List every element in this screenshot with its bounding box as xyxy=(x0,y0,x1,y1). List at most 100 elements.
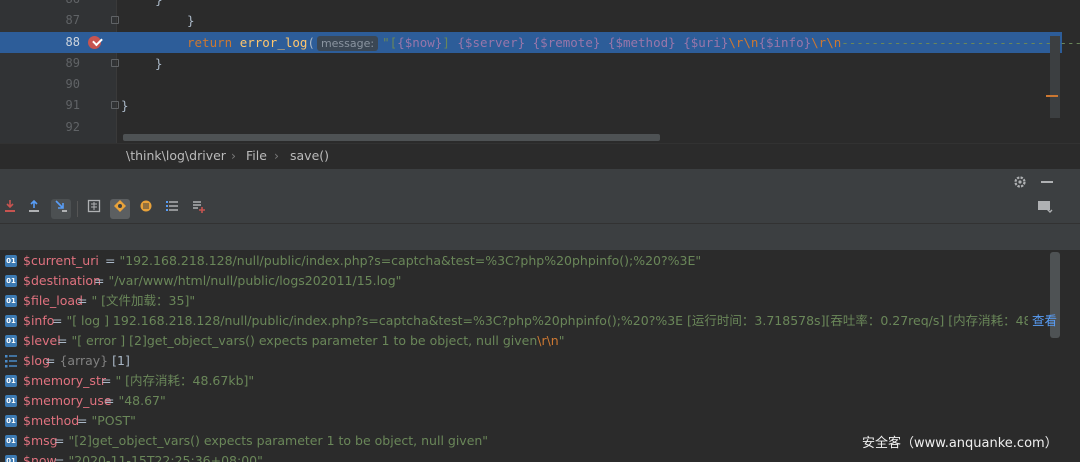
escape-seq: \r\n xyxy=(728,35,759,50)
variable-icon: 01 xyxy=(5,455,17,462)
view-link[interactable]: 查看 xyxy=(1032,311,1057,331)
code-text: return error_log(message: "[{$now}] {$ser… xyxy=(187,32,1080,53)
fold-icon[interactable] xyxy=(111,101,119,109)
variable-name: $level xyxy=(23,333,61,348)
line-number: 87 xyxy=(65,13,80,27)
minimize-icon[interactable] xyxy=(1040,175,1054,189)
line-number: 89 xyxy=(65,56,80,70)
breadcrumb-method[interactable]: save() xyxy=(290,144,329,168)
interp-var: {$remote} xyxy=(532,35,601,50)
variable-value: = "192.168.218.128/null/public/index.php… xyxy=(105,253,702,268)
code-line-91[interactable]: 91 } xyxy=(0,95,1062,116)
interp-var: {$method} xyxy=(607,35,676,50)
editor-vertical-scrollbar[interactable] xyxy=(1050,36,1060,118)
fold-icon[interactable] xyxy=(111,59,119,67)
breadcrumb-class[interactable]: File xyxy=(246,144,267,168)
variable-row[interactable]: 01 $level = "[ error ] [2]get_object_var… xyxy=(0,331,1062,351)
code-editor[interactable]: 86 } 87 } 88 return error_log(message:"[… xyxy=(0,0,1080,143)
add-watch-icon[interactable] xyxy=(189,199,209,219)
frames-icon[interactable] xyxy=(162,199,182,219)
variable-name: $file_load xyxy=(23,293,83,308)
variable-icon: 01 xyxy=(5,435,17,447)
debug-toolbar xyxy=(0,195,1080,223)
line-number: 88 xyxy=(65,35,80,49)
run-to-cursor-icon[interactable] xyxy=(51,199,71,219)
code-line-89[interactable]: 89 } xyxy=(0,53,1062,74)
keyword-return: return xyxy=(187,35,240,50)
step-into-icon[interactable] xyxy=(0,199,20,219)
watermark: 安全客（www.anquanke.com） xyxy=(862,436,1058,451)
debug-panel-header xyxy=(0,168,1080,195)
variable-name: $method xyxy=(23,413,80,428)
variable-icon: 01 xyxy=(5,275,17,287)
variable-row[interactable]: 01 $method = "POST" xyxy=(0,411,1062,431)
variable-name: $msg xyxy=(23,433,58,448)
variable-value: = "[2]get_object_vars() expects paramete… xyxy=(54,433,489,448)
variable-icon: 01 xyxy=(5,395,17,407)
layout-icon[interactable] xyxy=(1035,199,1055,219)
variable-value: = " [内存消耗：48.67kb]" xyxy=(101,373,255,388)
variable-value: = " [文件加载：35]" xyxy=(77,293,196,308)
code-line-87[interactable]: 87 } xyxy=(0,10,1062,31)
breadcrumb-separator: › xyxy=(231,148,236,163)
interp-var: {$server} xyxy=(457,35,526,50)
editor-horizontal-scrollbar[interactable] xyxy=(123,134,660,141)
string-part xyxy=(600,35,608,50)
variables-panel[interactable]: 01 $current_uri = "192.168.218.128/null/… xyxy=(0,250,1080,462)
line-number: 92 xyxy=(65,120,80,134)
parameter-hint: message: xyxy=(316,36,379,51)
variable-row[interactable]: $log = {array} [1] xyxy=(0,351,1062,371)
variable-value: = "[ log ] 192.168.218.128/null/public/i… xyxy=(52,313,1028,328)
variable-icon: 01 xyxy=(5,375,17,387)
string-part xyxy=(525,35,533,50)
variable-row[interactable]: 01 $file_load = " [文件加载：35]" xyxy=(0,291,1062,311)
variable-row[interactable]: 01 $now = "2020-11-15T22:25:36+08:00" xyxy=(0,451,1062,462)
string-part: ] xyxy=(442,35,458,50)
function-name: error_log xyxy=(239,35,308,50)
interp-var: {$uri} xyxy=(683,35,729,50)
breakpoint-icon[interactable] xyxy=(88,36,101,49)
line-number: 90 xyxy=(65,77,80,91)
escape-seq: \r\n xyxy=(811,35,842,50)
string-part: ----------------------------------------… xyxy=(841,35,1080,50)
line-number: 91 xyxy=(65,98,80,112)
variable-name: $memory_use xyxy=(23,393,112,408)
variable-name: $current_uri xyxy=(23,253,99,268)
evaluate-icon[interactable] xyxy=(84,199,104,219)
interp-var: {$info} xyxy=(758,35,812,50)
watch-icon[interactable] xyxy=(136,199,156,219)
toolbar-divider xyxy=(77,201,78,217)
variable-row[interactable]: 01 $current_uri = "192.168.218.128/null/… xyxy=(0,251,1062,271)
breakpoint-toggle-icon[interactable] xyxy=(110,199,130,219)
step-out-icon[interactable] xyxy=(24,199,44,219)
variables-filter-bar xyxy=(0,223,1080,250)
variable-value: = {array} [1] xyxy=(45,353,130,368)
variable-value: = "2020-11-15T22:25:36+08:00" xyxy=(54,453,263,462)
variable-value: = "/var/www/html/null/public/logs202011/… xyxy=(94,273,402,288)
breadcrumb-namespace[interactable]: \think\log\driver xyxy=(126,144,226,168)
variable-name: $info xyxy=(23,313,55,328)
variable-icon: 01 xyxy=(5,315,17,327)
variable-icon: 01 xyxy=(5,295,17,307)
gear-icon[interactable] xyxy=(1013,175,1027,189)
variable-row[interactable]: 01 $memory_str = " [内存消耗：48.67kb]" xyxy=(0,371,1062,391)
variable-icon: 01 xyxy=(5,335,17,347)
code-line-90[interactable]: 90 xyxy=(0,74,1062,95)
breadcrumb: \think\log\driver › File › save() xyxy=(0,143,1080,168)
variable-value: = "[ error ] [2]get_object_vars() expect… xyxy=(57,333,565,348)
variable-value: = "POST" xyxy=(77,413,136,428)
variable-icon: 01 xyxy=(5,415,17,427)
variable-row[interactable]: 01 $memory_use = "48.67" xyxy=(0,391,1062,411)
variable-row[interactable]: 01 $destination = "/var/www/html/null/pu… xyxy=(0,271,1062,291)
interp-var: {$now} xyxy=(397,35,443,50)
code-text: } xyxy=(187,13,195,28)
variable-row[interactable]: 01 $info = "[ log ] 192.168.218.128/null… xyxy=(0,311,1062,331)
code-line-86[interactable]: 86 } xyxy=(0,0,1062,10)
code-text: } xyxy=(121,98,129,113)
breadcrumb-separator: › xyxy=(274,148,279,163)
fold-icon[interactable] xyxy=(111,16,119,24)
variable-name: $memory_str xyxy=(23,373,106,388)
variable-name: $now xyxy=(23,453,57,462)
code-line-88-current[interactable]: 88 return error_log(message: "[{$now}] {$… xyxy=(0,32,1080,53)
error-stripe-mark[interactable] xyxy=(1046,95,1058,97)
